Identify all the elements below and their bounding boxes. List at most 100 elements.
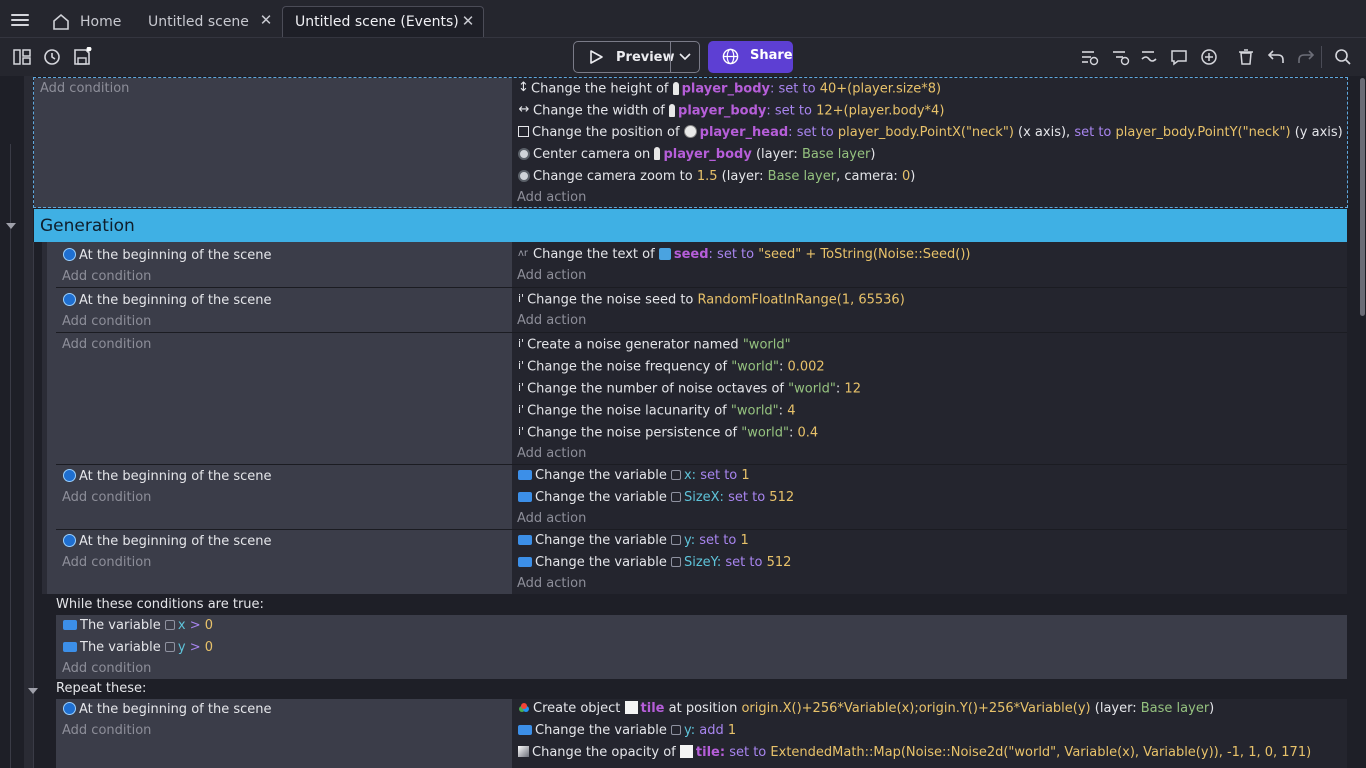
action-noise-octaves[interactable]: i' Change the number of noise octaves of … [518, 378, 861, 400]
action-noise-lacunarity[interactable]: i' Change the noise lacunarity of "world"… [518, 400, 795, 422]
action-change-opacity[interactable]: Change the opacity of tile: set to Exten… [518, 742, 1311, 764]
action-change-variable-y[interactable]: Change the variable y: set to 1 [518, 530, 749, 552]
add-action-link[interactable]: Add action [517, 509, 586, 529]
close-icon[interactable]: ✕ [461, 14, 475, 29]
collapse-arrow-icon[interactable] [5, 221, 17, 231]
while-condition-x[interactable]: The variable x > 0 [63, 615, 213, 637]
delete-icon[interactable] [1234, 45, 1258, 69]
variable-icon [518, 534, 532, 545]
action-change-position[interactable]: Change the position of player_head: set … [518, 122, 1343, 144]
operator: set to [717, 247, 755, 262]
preview-dropdown[interactable] [670, 42, 699, 72]
object-name: player_body [681, 81, 770, 97]
action-text: Change the number of noise octaves of [527, 381, 784, 397]
add-action-link[interactable]: Add action [517, 311, 586, 331]
scrollbar-thumb[interactable] [1360, 78, 1365, 316]
condition-scene-start[interactable]: At the beginning of the scene [63, 531, 271, 553]
action-text: Change camera zoom to [533, 169, 693, 184]
operator: set to [796, 125, 834, 140]
tab-scene[interactable]: Untitled scene ✕ [136, 6, 281, 37]
toolbar-divider [1321, 46, 1322, 68]
comment-icon[interactable] [1167, 45, 1191, 69]
save-icon[interactable] [70, 45, 94, 69]
preview-button[interactable]: Preview [574, 42, 675, 72]
add-condition-link[interactable]: Add condition [40, 79, 129, 99]
noise-icon: i' [518, 292, 525, 305]
add-subevent-icon[interactable] [1108, 45, 1132, 69]
add-action-link[interactable]: Add action [517, 444, 586, 464]
while-condition-y[interactable]: The variable y > 0 [63, 637, 213, 659]
play-icon [590, 50, 603, 64]
vertical-scrollbar[interactable] [1358, 76, 1366, 768]
action-create-object[interactable]: Create object tile at position origin.X(… [518, 698, 1214, 720]
action-change-variable-sizex[interactable]: Change the variable SizeX: set to 512 [518, 487, 794, 509]
action-change-height[interactable]: ↕ Change the height of player_body: set t… [518, 78, 941, 100]
camera-icon [518, 147, 530, 160]
operator: set to [728, 490, 766, 505]
action-noise-seed[interactable]: i' Change the noise seed to RandomFloatIn… [518, 289, 905, 311]
add-condition-link[interactable]: Add condition [62, 267, 151, 287]
layer-name: Base layer [767, 169, 837, 184]
search-icon[interactable] [1331, 45, 1355, 69]
action-change-text[interactable]: ʌr Change the text of seed: set to "seed"… [518, 244, 970, 266]
add-condition-link[interactable]: Add condition [62, 553, 151, 573]
scene-icon [63, 534, 76, 547]
add-condition-link[interactable]: Add condition [62, 488, 151, 508]
condition-scene-start[interactable]: At the beginning of the scene [63, 699, 271, 721]
add-condition-link[interactable]: Add condition [62, 721, 151, 741]
variable-name: x: [683, 468, 697, 483]
scene-icon [63, 702, 76, 715]
value: origin.X()+256*Variable(x);origin.Y()+25… [741, 701, 1091, 716]
chevron-down-icon [679, 53, 691, 61]
redo-icon[interactable] [1294, 45, 1318, 69]
action-center-camera[interactable]: Center camera on player_body (layer: Bas… [518, 144, 875, 166]
menu-icon[interactable] [6, 6, 34, 34]
toolbar: Preview Share [0, 38, 1366, 76]
action-change-width[interactable]: ↔ Change the width of player_body: set to… [518, 100, 945, 122]
action-camera-zoom[interactable]: Change camera zoom to 1.5 (layer: Base l… [518, 166, 915, 188]
action-change-variable-sizey[interactable]: Change the variable SizeY: set to 512 [518, 552, 791, 574]
scene-icon [63, 248, 76, 261]
action-change-variable-x[interactable]: Change the variable x: set to 1 [518, 465, 750, 487]
condition-text: At the beginning of the scene [79, 702, 272, 717]
tab-home[interactable]: Home [40, 6, 136, 37]
layout-icon[interactable] [10, 45, 34, 69]
condition-text: The variable [80, 618, 161, 633]
add-other-icon[interactable] [1137, 45, 1161, 69]
value: 12 [844, 381, 861, 397]
add-action-link[interactable]: Add action [517, 266, 586, 286]
add-event-icon[interactable] [1077, 45, 1101, 69]
condition-scene-start[interactable]: At the beginning of the scene [63, 290, 271, 312]
add-action-link[interactable]: Add action [517, 574, 586, 594]
add-circle-icon[interactable] [1197, 45, 1221, 69]
action-noise-frequency[interactable]: i' Change the noise frequency of "world":… [518, 356, 825, 378]
action-create-noise[interactable]: i' Create a noise generator named "world" [518, 334, 791, 356]
condition-scene-start[interactable]: At the beginning of the scene [63, 466, 271, 488]
condition-scene-start[interactable]: At the beginning of the scene [63, 245, 271, 267]
action-text: Create a noise generator named [527, 337, 739, 353]
paren: ) [910, 169, 916, 184]
while-header: While these conditions are true: [56, 597, 264, 612]
share-button[interactable]: Share [708, 41, 793, 73]
action-noise-persistence[interactable]: i' Change the noise persistence of "world… [518, 422, 818, 444]
history-icon[interactable] [40, 45, 64, 69]
while-conditions-area[interactable] [56, 615, 1347, 679]
value: 0 [204, 618, 214, 633]
undo-icon[interactable] [1264, 45, 1288, 69]
add-condition-link[interactable]: Add condition [62, 335, 151, 355]
tab-scene-events[interactable]: Untitled scene (Events) ✕ [282, 6, 484, 37]
variable-icon [518, 556, 532, 567]
group-header[interactable]: Generation [34, 209, 1347, 242]
variable-icon [518, 469, 532, 480]
value: 0 [204, 640, 214, 655]
value: "seed" + ToString(Noise::Seed()) [758, 247, 971, 262]
tile-icon [679, 745, 693, 758]
tile-icon [624, 701, 638, 714]
action-change-variable-y-add[interactable]: Change the variable y: add 1 [518, 720, 736, 742]
collapse-arrow-icon[interactable] [27, 686, 39, 696]
add-condition-link[interactable]: Add condition [62, 312, 151, 332]
add-action-link[interactable]: Add action [517, 188, 586, 208]
action-text: Change the height of [531, 81, 669, 97]
close-icon[interactable]: ✕ [259, 13, 273, 28]
add-condition-link[interactable]: Add condition [62, 659, 151, 679]
